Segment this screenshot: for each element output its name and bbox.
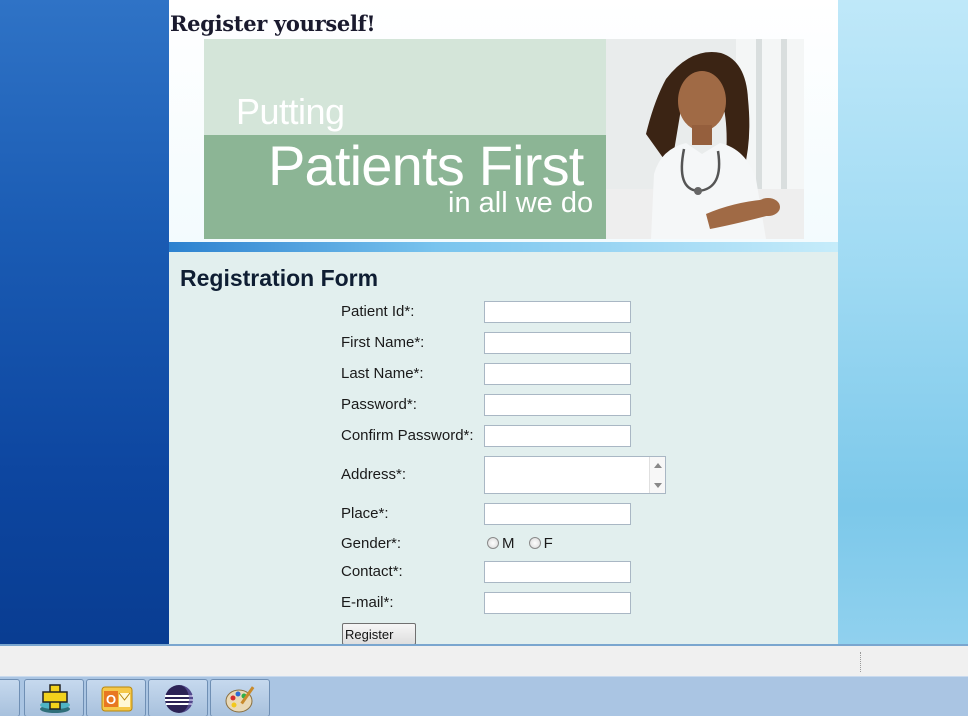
gender-f-radio[interactable] [528,537,541,549]
password-label: Password*: [341,396,417,413]
address-scrollbar[interactable] [649,457,665,493]
first-name-input[interactable] [484,332,631,354]
patient-id-input[interactable] [484,301,631,323]
contact-input[interactable] [484,561,631,583]
email-input[interactable] [484,592,631,614]
email-label: E-mail*: [341,594,394,611]
confirm-password-input[interactable] [484,425,631,447]
desktop-background-left [0,0,170,676]
first-name-label: First Name*: [341,334,425,351]
place-input[interactable] [484,503,631,525]
banner: Putting Patients First in all we do [204,39,804,239]
gender-m-label: M [502,535,515,552]
scroll-up-arrow-icon[interactable] [654,463,662,468]
last-name-input[interactable] [484,363,631,385]
web-page: Register yourself! Putting Patients Firs… [169,0,838,645]
contact-label: Contact*: [341,563,403,580]
banner-line-3: in all we do [448,187,594,219]
eclipse-icon [165,685,193,713]
taskbar-paint[interactable] [210,679,270,716]
register-button[interactable]: Register [342,623,416,645]
address-label: Address*: [341,466,407,483]
address-textarea[interactable] [484,456,666,494]
status-bar-divider [860,652,861,672]
page-title: Register yourself! [170,11,376,36]
password-input[interactable] [484,394,631,416]
paint-icon [225,686,255,713]
place-label: Place*: [341,505,389,522]
page-header: Register yourself! Putting Patients Firs… [169,0,838,242]
taskbar-hospital-app[interactable] [24,679,84,716]
taskbar: O [0,676,968,716]
last-name-label: Last Name*: [341,365,424,382]
gender-label: Gender*: [341,535,402,552]
registration-form: Registration Form Patient Id*: First Nam… [169,252,838,645]
scroll-down-arrow-icon[interactable] [654,483,662,488]
desktop-background-right [838,0,968,676]
header-separator [169,242,838,252]
patient-id-label: Patient Id*: [341,303,415,320]
confirm-password-label: Confirm Password*: [341,427,474,444]
form-title: Registration Form [180,265,379,291]
browser-status-bar [0,644,968,676]
taskbar-partial-button[interactable] [0,679,20,716]
nurse-photo [606,39,804,239]
gender-m-radio[interactable] [487,537,499,549]
taskbar-eclipse[interactable] [148,679,208,716]
taskbar-outlook[interactable]: O [86,679,146,716]
gender-radio-group: M F [487,535,563,552]
hospital-app-icon [40,684,70,713]
outlook-icon: O [101,686,133,712]
svg-text:O: O [106,692,116,707]
gender-f-label: F [543,535,553,552]
banner-line-1: Putting [236,91,345,132]
